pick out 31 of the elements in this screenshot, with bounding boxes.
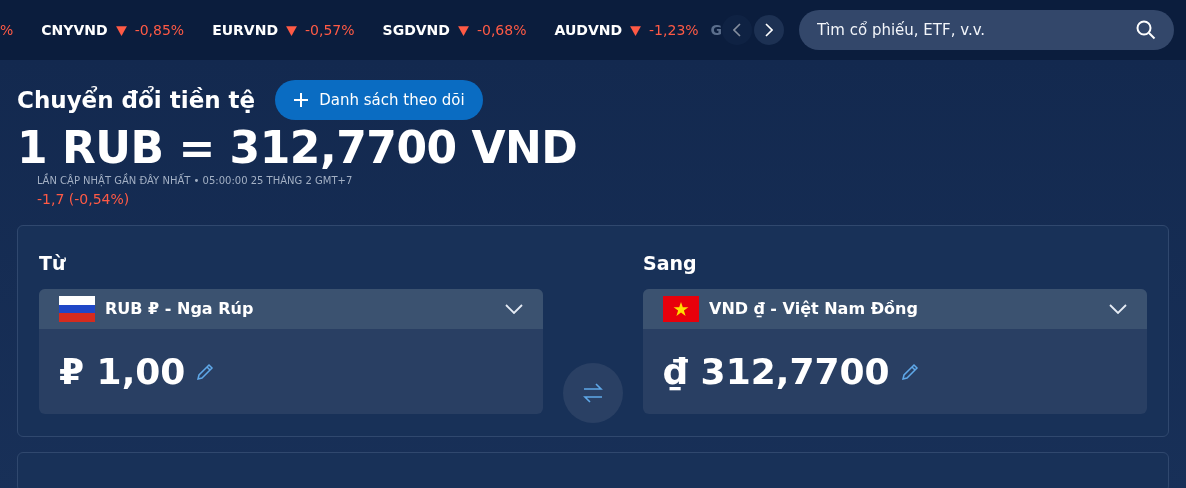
ticker-change: -0,57% [305, 20, 355, 40]
currency-select[interactable]: VND ₫ - Việt Nam Đồng [643, 289, 1147, 329]
rate-change: -1,7 (-0,54%) [37, 190, 131, 209]
ticker-symbol[interactable]: AUDVND [554, 19, 623, 41]
chevron-down-icon [505, 304, 523, 314]
pencil-icon [899, 361, 920, 382]
search-field[interactable]: Tìm cổ phiếu, ETF, v.v. [799, 10, 1174, 50]
ticker-change: % [0, 20, 14, 40]
next-button[interactable] [754, 15, 784, 45]
exchange-rate: 1 RUB = 312,7700 VND [17, 122, 579, 173]
chevron-right-icon [765, 23, 773, 37]
pencil-icon [195, 361, 216, 382]
ticker-change: -0,85% [134, 20, 185, 40]
watchlist-button[interactable]: Danh sách theo dõi [275, 80, 483, 120]
chevron-left-icon [733, 23, 741, 37]
side-label: Sang [643, 251, 698, 276]
page-title: Chuyển đổi tiền tệ [17, 85, 256, 115]
search-icon[interactable] [1136, 20, 1156, 40]
ticker-symbol[interactable]: CNYVND [41, 19, 108, 41]
ticker-change: -0,68% [476, 20, 527, 40]
swap-arrows-icon [581, 381, 605, 405]
amount-value[interactable]: ₫ 312,7700 [663, 344, 890, 399]
chevron-down-icon [1109, 304, 1127, 314]
ticker-symbol[interactable]: EURVND [212, 19, 279, 41]
ticker-symbol[interactable]: SGDVND [382, 19, 450, 41]
side-label: Từ [39, 251, 67, 276]
last-updated: LẦN CẬP NHẬT GẦN ĐÂY NHẤT • 05:00:00 25 THÁNG 2 GMT+7 [37, 174, 354, 188]
plus-icon [293, 92, 310, 108]
amount-value[interactable]: ₽ 1,00 [59, 344, 186, 399]
currency-select[interactable]: RUB ₽ - Nga Rúp [39, 289, 543, 329]
ticker-change: -1,23% [649, 20, 699, 40]
